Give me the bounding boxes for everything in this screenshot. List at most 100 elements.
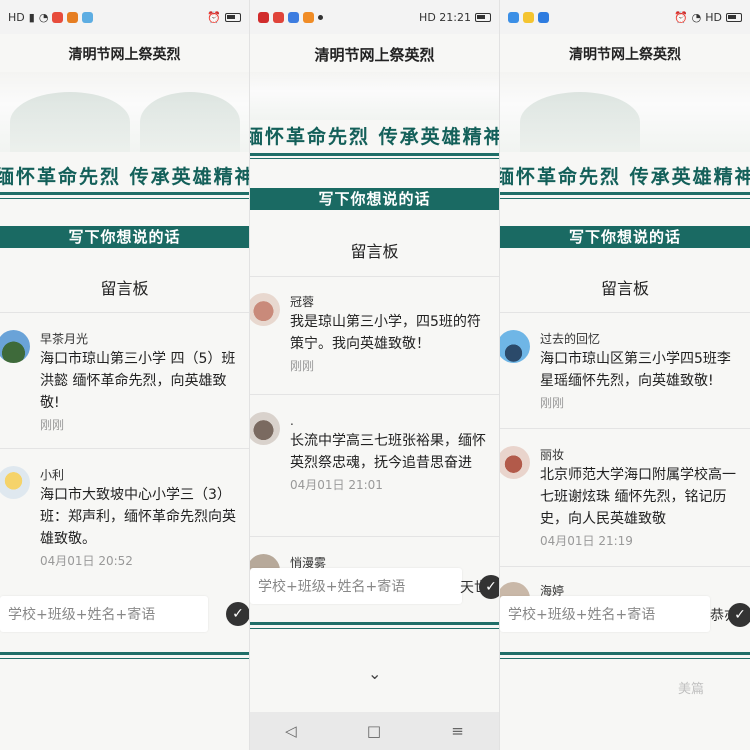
footer-divider xyxy=(0,652,249,655)
write-message-header: 写下你想说的话 xyxy=(500,226,750,248)
message-input[interactable]: 学校+班级+姓名+寄语 xyxy=(250,568,462,604)
divider xyxy=(250,276,499,277)
message-item: 过去的回忆 海口市琼山区第三小学四5班李星瑶缅怀先烈，向英雄致敬! 刚刚 xyxy=(500,330,750,411)
message-time: 刚刚 xyxy=(40,418,65,432)
app-title: 清明节网上祭英烈 xyxy=(569,47,681,63)
message-text: 海口市大致坡中心小学三（3）班：郑声利，缅怀革命先烈向英雄致敬。 xyxy=(40,487,236,547)
write-message-header: 写下你想说的话 xyxy=(0,226,249,248)
divider xyxy=(0,448,249,449)
status-bar: ⏰ ◔ HD xyxy=(500,0,750,34)
decorative-background xyxy=(0,72,249,152)
banner-divider xyxy=(500,192,750,195)
decorative-background xyxy=(500,72,750,152)
divider xyxy=(0,312,249,313)
home-icon[interactable]: □ xyxy=(367,722,381,740)
message-author: 早茶月光 xyxy=(40,332,89,346)
app-icon xyxy=(67,11,79,23)
chevron-down-icon[interactable]: ⌄ xyxy=(368,664,381,683)
board-title: 留言板 xyxy=(350,242,399,261)
message-text: 我是琼山第三小学，四5班的符策宁。我向英雄致敬！ xyxy=(290,314,481,352)
battery-icon xyxy=(225,12,241,22)
phone-screen-3: ⏰ ◔ HD 清明节网上祭英烈 缅怀革命先烈 传承英雄精神 写下你想说的话 留言… xyxy=(500,0,750,750)
check-icon[interactable]: ✓ xyxy=(728,603,750,627)
message-time: 04月01日 21:01 xyxy=(290,478,383,492)
app-icon xyxy=(523,11,534,23)
message-item: 冠蓉 我是琼山第三小学，四5班的符策宁。我向英雄致敬！ 刚刚 xyxy=(250,293,499,374)
message-text: 海口市琼山区第三小学四5班李星瑶缅怀先烈，向英雄致敬! xyxy=(540,351,731,389)
status-bar: HD ▮ ◔ ⏰ xyxy=(0,0,249,34)
banner-divider xyxy=(0,198,249,199)
app-icon xyxy=(82,11,94,23)
system-nav-bar: ◁ □ ≡ xyxy=(250,712,499,750)
divider xyxy=(500,566,750,567)
avatar[interactable] xyxy=(250,412,280,445)
watermark: 美篇 xyxy=(678,682,705,697)
notification-dot xyxy=(318,14,323,20)
banner-slogan: 缅怀革命先烈 传承英雄精神 xyxy=(500,166,750,188)
check-icon[interactable]: ✓ xyxy=(479,575,499,599)
back-icon[interactable]: ◁ xyxy=(285,722,297,740)
message-time: 刚刚 xyxy=(290,359,315,373)
signal-icon: ▮ xyxy=(28,10,35,24)
banner-divider xyxy=(0,192,249,195)
message-time: 04月01日 20:52 xyxy=(40,554,133,568)
app-icon xyxy=(258,11,269,23)
avatar[interactable] xyxy=(250,293,280,326)
phone-screen-1: HD ▮ ◔ ⏰ 清明节网上祭英烈 缅怀革命先烈 传承英雄精神 写下你想说的话 … xyxy=(0,0,250,750)
app-icon xyxy=(508,11,519,23)
message-text: 北京师范大学海口附属学校高一七班谢炫珠 缅怀先烈，铭记历史，向人民英雄致敬 xyxy=(540,467,736,527)
footer-divider xyxy=(250,628,499,629)
wifi-icon: ◔ xyxy=(691,10,702,24)
message-author: 冠蓉 xyxy=(290,295,315,309)
avatar[interactable] xyxy=(500,330,530,363)
message-text: 长流中学高三七班张裕果，缅怀英烈祭忠魂，抚今追昔思奋进 xyxy=(290,433,486,471)
app-icon xyxy=(52,11,64,23)
banner-divider xyxy=(250,158,499,159)
divider xyxy=(250,536,499,537)
app-icon xyxy=(538,11,549,23)
hd-indicator: HD xyxy=(8,10,25,24)
alarm-icon: ⏰ xyxy=(207,10,221,24)
message-input[interactable]: 学校+班级+姓名+寄语 xyxy=(0,596,208,632)
divider xyxy=(250,394,499,395)
footer-divider xyxy=(250,622,499,625)
message-author: 过去的回忆 xyxy=(540,332,601,346)
message-item: 小利 海口市大致坡中心小学三（3）班：郑声利，缅怀革命先烈向英雄致敬。 04月0… xyxy=(0,466,249,569)
banner-slogan: 缅怀革命先烈 传承英雄精神 xyxy=(0,166,250,188)
avatar[interactable] xyxy=(500,446,530,479)
app-icon xyxy=(303,11,314,23)
message-author: 小利 xyxy=(40,468,65,482)
status-time: HD 21:21 xyxy=(419,10,471,24)
divider xyxy=(500,428,750,429)
banner-slogan: 缅怀革命先烈 传承英雄精神 xyxy=(250,126,500,148)
app-title: 清明节网上祭英烈 xyxy=(68,47,181,63)
message-time: 刚刚 xyxy=(540,396,565,410)
avatar[interactable] xyxy=(0,330,30,363)
footer-divider xyxy=(500,652,750,655)
board-title: 留言板 xyxy=(600,279,649,298)
app-icon xyxy=(273,11,284,23)
check-icon[interactable]: ✓ xyxy=(226,602,249,626)
message-time: 04月01日 21:19 xyxy=(540,534,633,548)
banner-divider xyxy=(500,198,750,199)
battery-icon xyxy=(726,12,742,22)
app-title: 清明节网上祭英烈 xyxy=(314,46,435,64)
message-item: . 长流中学高三七班张裕果，缅怀英烈祭忠魂，抚今追昔思奋进 04月01日 21:… xyxy=(250,412,499,493)
message-author: 丽妆 xyxy=(540,448,565,462)
message-item: 丽妆 北京师范大学海口附属学校高一七班谢炫珠 缅怀先烈，铭记历史，向人民英雄致敬… xyxy=(500,446,750,549)
phone-screen-2: HD 21:21 清明节网上祭英烈 缅怀革命先烈 传承英雄精神 写下你想说的话 … xyxy=(250,0,500,750)
battery-icon xyxy=(475,12,491,22)
hd-indicator: HD xyxy=(705,10,722,24)
divider xyxy=(500,312,750,313)
avatar[interactable] xyxy=(0,466,30,499)
decorative-background xyxy=(250,72,499,120)
message-text: 海口市琼山第三小学 四（5）班 洪懿 缅怀革命先烈，向英雄致敬! xyxy=(40,351,236,411)
footer-divider xyxy=(0,658,249,659)
footer-divider xyxy=(500,658,750,659)
menu-icon[interactable]: ≡ xyxy=(451,722,464,740)
banner-divider xyxy=(250,153,499,156)
board-title: 留言板 xyxy=(100,279,149,298)
status-bar: HD 21:21 xyxy=(250,0,499,34)
wifi-icon: ◔ xyxy=(38,10,49,24)
message-input[interactable]: 学校+班级+姓名+寄语 xyxy=(500,596,710,632)
